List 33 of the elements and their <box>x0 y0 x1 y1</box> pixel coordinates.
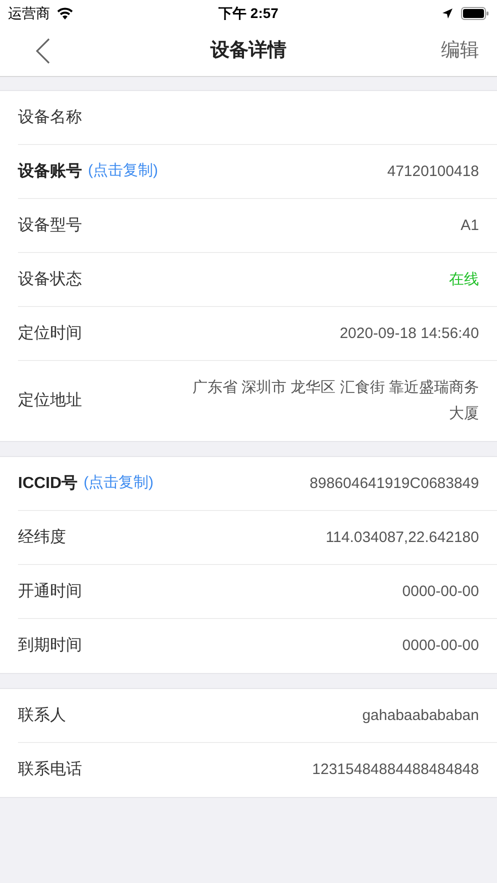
row-label: 定位时间 <box>18 324 82 344</box>
copy-link[interactable]: (点击复制) <box>88 160 158 183</box>
row-label: 联系电话 <box>18 760 82 780</box>
row-label: 设备状态 <box>18 270 82 290</box>
row-label: 联系人 <box>18 706 66 726</box>
row-value: 0000-00-00 <box>402 582 479 602</box>
row-label: 经纬度 <box>18 528 66 548</box>
row-label: 设备名称 <box>18 108 82 128</box>
clock-time: 下午 2:57 <box>218 4 278 22</box>
row-value: 在线 <box>449 270 479 290</box>
row-value: 0000-00-00 <box>402 636 479 656</box>
wifi-icon <box>56 6 74 20</box>
row-value: 114.034087,22.642180 <box>326 528 479 548</box>
carrier-name: 运营商 <box>8 4 50 22</box>
row-value: gahabaabababan <box>362 706 479 726</box>
page-title: 设备详情 <box>210 38 286 63</box>
row-value: 47120100418 <box>387 162 479 182</box>
edit-button[interactable]: 编辑 <box>419 36 479 66</box>
row-label: ICCID号 <box>18 474 78 494</box>
row-label: 定位地址 <box>18 390 82 411</box>
row-value: A1 <box>460 216 479 236</box>
row-value: 12315484884488484848 <box>312 760 479 780</box>
copy-link[interactable]: (点击复制) <box>84 472 154 495</box>
row-label: 设备账号 <box>18 162 82 182</box>
battery-icon <box>460 6 489 20</box>
row-label: 开通时间 <box>18 582 82 602</box>
back-chevron-icon <box>36 38 50 64</box>
location-arrow-icon <box>442 8 453 18</box>
row-value: 898604641919C0683849 <box>310 474 479 494</box>
row-label: 到期时间 <box>18 636 82 656</box>
row-value: 广东省 深圳市 龙华区 汇食街 靠近盛瑞商务大厦 <box>191 378 479 424</box>
row-value: 2020-09-18 14:56:40 <box>340 324 479 344</box>
row-label: 设备型号 <box>18 216 82 236</box>
